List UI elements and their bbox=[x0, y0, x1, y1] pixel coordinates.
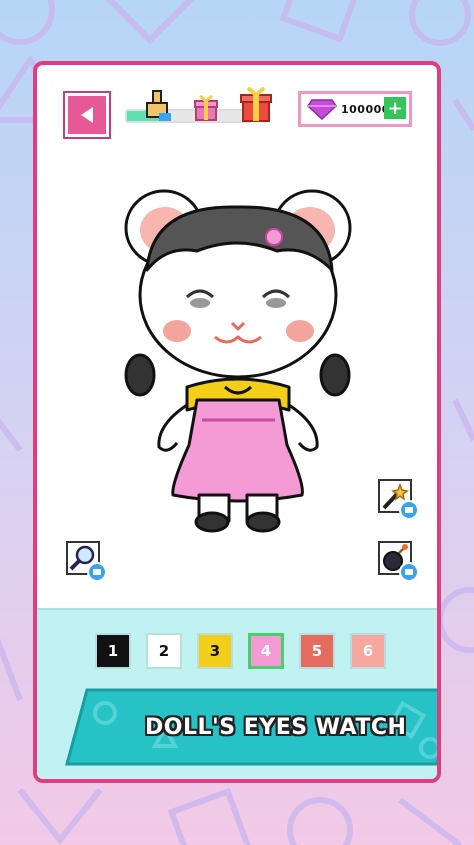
color-swatch-3[interactable]: 3 bbox=[197, 633, 233, 669]
magic-wand-button[interactable] bbox=[378, 479, 419, 520]
color-palette-panel: 123456 DOLL'S EYES WATCH bbox=[37, 608, 437, 779]
color-swatch-2[interactable]: 2 bbox=[146, 633, 182, 669]
color-swatch-4[interactable]: 4 bbox=[248, 633, 284, 669]
color-swatch-5[interactable]: 5 bbox=[299, 633, 335, 669]
ad-badge-icon bbox=[399, 562, 419, 582]
zoom-tool-button[interactable] bbox=[66, 541, 107, 582]
title-banner: DOLL'S EYES WATCH bbox=[65, 688, 437, 766]
color-swatch-1[interactable]: 1 bbox=[95, 633, 131, 669]
ad-badge-icon bbox=[399, 500, 419, 520]
game-card: 100000 + 1 2 3 4 5 6 DOLL'S EYES WATCH bbox=[33, 61, 441, 783]
pixel-art-canvas[interactable] bbox=[37, 65, 437, 608]
color-swatch-6[interactable]: 6 bbox=[350, 633, 386, 669]
banner-title: DOLL'S EYES WATCH bbox=[145, 715, 407, 740]
ad-badge-icon bbox=[87, 562, 107, 582]
bomb-tool-button[interactable] bbox=[378, 541, 419, 582]
